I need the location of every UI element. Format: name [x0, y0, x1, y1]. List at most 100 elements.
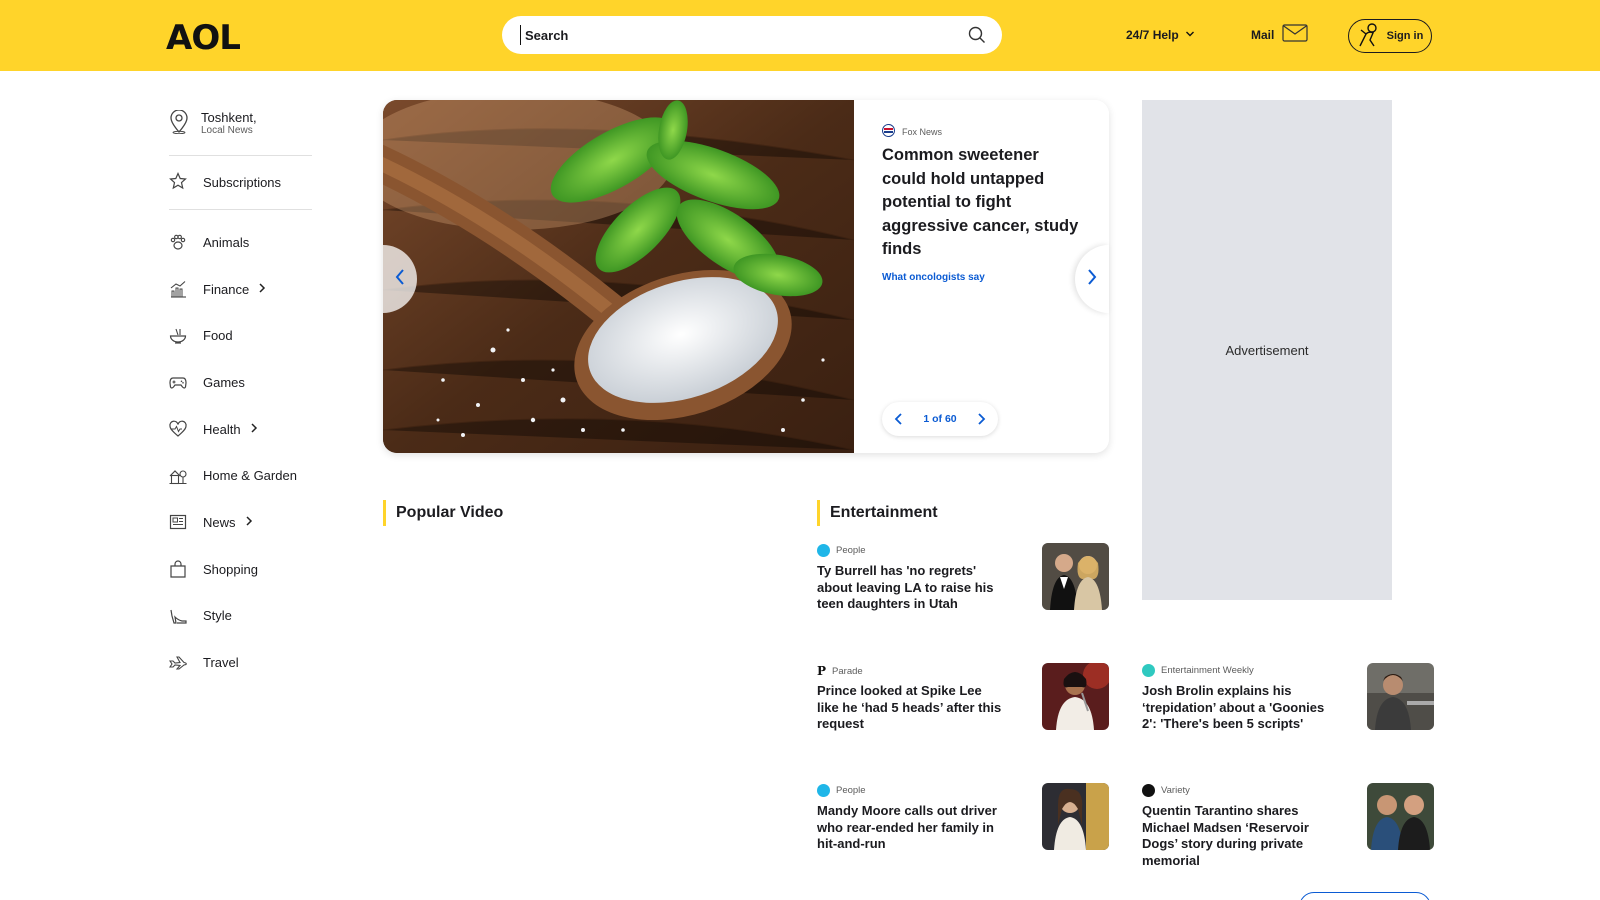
help-label: 24/7 Help: [1126, 28, 1179, 42]
article-card[interactable]: Entertainment Weekly Josh Brolin explain…: [1142, 663, 1434, 733]
newspaper-icon: [169, 513, 187, 531]
chevron-right-icon: [244, 515, 254, 530]
article-thumbnail[interactable]: [1367, 663, 1434, 730]
article-source-label: People: [836, 785, 866, 796]
article-title[interactable]: Prince looked at Spike Lee like he ‘had …: [817, 683, 1005, 733]
user-wave-icon: [1357, 22, 1381, 51]
article-source-label: People: [836, 545, 866, 556]
sidebar-item-label: Finance: [203, 281, 250, 297]
sidebar-item-label: Home & Garden: [203, 468, 297, 484]
help-menu[interactable]: 24/7 Help: [1126, 28, 1195, 42]
heart-pulse-icon: [169, 420, 187, 438]
fox-news-logo-icon: [882, 124, 895, 139]
sidebar-item-animals[interactable]: Animals: [169, 219, 312, 266]
chevron-right-icon: [1086, 268, 1098, 291]
hero-pager: 1 of 60: [882, 402, 998, 436]
sidebar-item-label: Shopping: [203, 561, 258, 577]
subscriptions-item[interactable]: Subscriptions: [169, 156, 312, 210]
advertisement-label: Advertisement: [1225, 343, 1309, 358]
sidebar-item-finance[interactable]: Finance: [169, 266, 312, 313]
sidebar-item-style[interactable]: Style: [169, 593, 312, 640]
pager-prev-button[interactable]: [894, 412, 904, 426]
sidebar-item-label: News: [203, 514, 236, 530]
article-source-label: Variety: [1161, 785, 1190, 796]
chevron-left-icon: [394, 268, 406, 291]
chevron-right-icon: [257, 282, 267, 297]
house-tree-icon: [169, 467, 187, 485]
article-title[interactable]: Josh Brolin explains his ‘trepidation’ a…: [1142, 683, 1330, 733]
sign-in-button[interactable]: Sign in: [1348, 19, 1432, 53]
variety-logo-icon: [1142, 784, 1155, 797]
popular-video-heading: Popular Video: [383, 500, 503, 526]
hero-source-label: Fox News: [902, 126, 943, 137]
article-card[interactable]: People Mandy Moore calls out driver who …: [817, 783, 1109, 853]
sidebar-item-food[interactable]: Food: [169, 312, 312, 359]
location-text: Toshkent, Local News: [201, 110, 257, 136]
high-heel-icon: [169, 607, 187, 625]
advertisement-slot[interactable]: Advertisement: [1142, 100, 1392, 600]
article-card[interactable]: People Ty Burrell has 'no regrets' about…: [817, 543, 1109, 613]
entertainment-heading: Entertainment: [817, 500, 938, 526]
article-card[interactable]: P Parade Prince looked at Spike Lee like…: [817, 663, 1109, 733]
aol-logo[interactable]: AOL: [166, 18, 241, 58]
sidebar-item-news[interactable]: News: [169, 499, 312, 546]
hero-teaser-link[interactable]: What oncologists say: [882, 272, 985, 283]
article-source-label: Entertainment Weekly: [1161, 665, 1254, 676]
sidebar-item-label: Travel: [203, 655, 239, 671]
sidebar-item-travel[interactable]: Travel: [168, 639, 312, 686]
article-source-label: Parade: [832, 665, 863, 677]
chevron-down-icon: [1185, 28, 1195, 42]
shopping-bag-icon: [169, 560, 187, 578]
people-logo-icon: [817, 784, 830, 797]
sidebar-item-label: Food: [203, 328, 233, 344]
article-card[interactable]: Variety Quentin Tarantino shares Michael…: [1142, 783, 1434, 868]
article-source: Entertainment Weekly: [1142, 664, 1254, 677]
sidebar-item-health[interactable]: Health: [169, 406, 312, 453]
top-header: AOL 24/7 Help Mail Sign in: [0, 0, 1600, 71]
parade-logo-icon: P: [817, 664, 827, 678]
sidebar-item-label: Health: [203, 421, 241, 437]
star-icon: [169, 172, 187, 193]
article-thumbnail[interactable]: [1367, 783, 1434, 850]
bowl-icon: [169, 327, 187, 345]
sidebar-item-label: Style: [203, 608, 232, 624]
hero-image[interactable]: [383, 100, 854, 453]
sidebar-item-home-garden[interactable]: Home & Garden: [169, 452, 312, 499]
pager-count: 1 of 60: [923, 413, 957, 425]
article-title[interactable]: Quentin Tarantino shares Michael Madsen …: [1142, 803, 1330, 869]
sidebar-item-shopping[interactable]: Shopping: [169, 546, 312, 593]
pager-next-button[interactable]: [976, 412, 986, 426]
hero-carousel: Fox News Common sweetener could hold unt…: [383, 100, 1109, 453]
article-title[interactable]: Mandy Moore calls out driver who rear-en…: [817, 803, 1005, 853]
hero-headline[interactable]: Common sweetener could hold untapped pot…: [882, 144, 1082, 262]
search-bar: [502, 16, 1002, 54]
mail-link[interactable]: Mail: [1251, 24, 1308, 45]
sidebar-item-label: Animals: [203, 234, 250, 250]
chart-icon: [169, 280, 187, 298]
location-subtitle: Local News: [201, 125, 253, 136]
article-thumbnail[interactable]: [1042, 543, 1109, 610]
hero-story: Fox News Common sweetener could hold unt…: [854, 100, 1109, 453]
hero-source: Fox News: [882, 124, 942, 139]
category-list: Animals Finance Food Games Health Home &…: [168, 219, 312, 686]
chevron-right-icon: [249, 422, 259, 437]
article-thumbnail[interactable]: [1042, 783, 1109, 850]
location-item[interactable]: Toshkent, Local News: [169, 98, 312, 156]
article-source: Variety: [1142, 784, 1190, 797]
mail-icon: [1282, 24, 1308, 45]
article-title[interactable]: Ty Burrell has 'no regrets' about leavin…: [817, 563, 1005, 613]
more-button[interactable]: [1299, 892, 1431, 900]
gamepad-icon: [169, 373, 187, 391]
sign-in-label: Sign in: [1386, 30, 1424, 42]
airplane-icon: [168, 654, 187, 672]
search-input[interactable]: [520, 25, 940, 45]
article-source: P Parade: [817, 664, 863, 678]
paw-icon: [169, 233, 187, 251]
article-source: People: [817, 784, 866, 797]
subscriptions-label: Subscriptions: [203, 175, 282, 190]
sidebar-item-games[interactable]: Games: [169, 359, 312, 406]
article-thumbnail[interactable]: [1042, 663, 1109, 730]
location-city: Toshkent,: [201, 110, 257, 125]
search-icon[interactable]: [968, 26, 986, 44]
mail-label: Mail: [1251, 27, 1275, 42]
